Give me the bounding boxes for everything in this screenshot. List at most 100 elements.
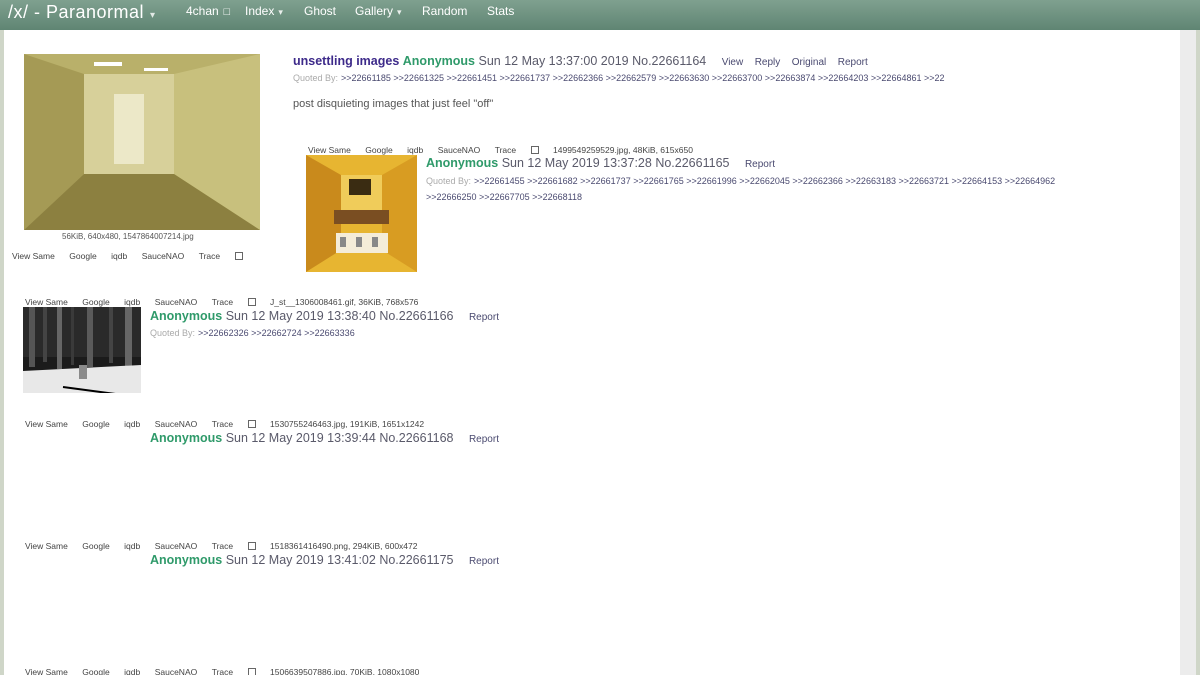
tool-iqdb[interactable]: iqdb (124, 297, 140, 307)
tool-saucenao[interactable]: SauceNAO (155, 667, 198, 675)
reply-post-number[interactable]: No.22661175 (379, 553, 453, 567)
tool-trace[interactable]: Trace (495, 145, 516, 155)
op-view-link[interactable]: View (722, 57, 744, 68)
nav-label: Gallery (355, 4, 394, 18)
op-quoted-by: Quoted By: >>22661185 >>22661325 >>226614… (293, 73, 945, 83)
op-thumbnail[interactable] (24, 54, 260, 230)
reply-1-quoted-by: Quoted By: >>22661455 >>22661682 >>226617… (426, 176, 1055, 186)
reply-2-quoted-by: Quoted By: >>22662326 >>22662724 >>226633… (150, 328, 355, 338)
nav-item-stats[interactable]: Stats (487, 4, 514, 18)
thread-page: 56KiB, 640x480, 1547864007214.jpg View S… (4, 30, 1196, 675)
nav-label: 4chan (186, 4, 219, 18)
tool-google[interactable]: Google (82, 297, 109, 307)
nav-item-ghost[interactable]: Ghost (304, 4, 336, 18)
tool-view-same[interactable]: View Same (12, 251, 55, 261)
nav-label: Ghost (304, 4, 337, 18)
reply-1-quoted-by-cont[interactable]: >>22666250 >>22667705 >>22668118 (426, 192, 582, 202)
board-title-text: /x/ - Paranormal (8, 2, 145, 22)
board-title[interactable]: /x/ - Paranormal ▾ (8, 2, 156, 23)
nav-label: Random (422, 4, 468, 18)
reply-post-number[interactable]: No.22661168 (379, 431, 453, 445)
reply-1-file-info: 1499549259529.jpg, 48KiB, 615x650 (553, 145, 693, 155)
download-icon[interactable] (247, 668, 256, 675)
tool-iqdb[interactable]: iqdb (111, 251, 127, 261)
reply-3-header: Anonymous Sun 12 May 2019 13:39:44 No.22… (150, 431, 499, 445)
reply-date: Sun 12 May 2019 13:38:40 (225, 309, 376, 323)
tool-google[interactable]: Google (82, 419, 109, 429)
tool-trace[interactable]: Trace (212, 667, 233, 675)
op-reply-link[interactable]: Reply (755, 57, 781, 68)
nav-item-random[interactable]: Random (422, 4, 467, 18)
tool-google[interactable]: Google (69, 251, 96, 261)
tool-iqdb[interactable]: iqdb (124, 541, 140, 551)
tool-google[interactable]: Google (82, 667, 109, 675)
op-subject: unsettling images (293, 54, 400, 68)
nav-item-4chan[interactable]: 4chan ☐ (186, 4, 231, 18)
quoted-by-label: Quoted By: (150, 328, 196, 338)
tool-view-same[interactable]: View Same (25, 667, 68, 675)
reply-4-file-info: 1518361416490.png, 294KiB, 600x472 (270, 541, 418, 551)
nav-item-index[interactable]: Index ▾ (245, 4, 283, 18)
download-icon[interactable] (234, 252, 243, 260)
download-icon[interactable] (530, 146, 539, 154)
tool-iqdb[interactable]: iqdb (124, 667, 140, 675)
tool-iqdb[interactable]: iqdb (407, 145, 423, 155)
report-link[interactable]: Report (469, 434, 499, 445)
download-icon[interactable] (247, 298, 256, 306)
reply-poster-name: Anonymous (426, 156, 499, 170)
download-icon[interactable] (247, 420, 256, 428)
tool-saucenao[interactable]: SauceNAO (438, 145, 481, 155)
op-post-number[interactable]: No.22661164 (632, 54, 706, 68)
tool-view-same[interactable]: View Same (25, 297, 68, 307)
top-navbar: /x/ - Paranormal ▾ 4chan ☐ Index ▾ Ghost Ga… (0, 0, 1200, 30)
op-image-info: 56KiB, 640x480, 1547864007214.jpg (62, 232, 194, 241)
external-link-icon: ☐ (222, 7, 231, 17)
report-link[interactable]: Report (745, 159, 775, 170)
chevron-down-icon: ▾ (150, 10, 156, 21)
reply-3-image-tools: View Same Google iqdb SauceNAO Trace 153… (25, 414, 434, 432)
download-icon[interactable] (247, 542, 256, 550)
tool-view-same[interactable]: View Same (308, 145, 351, 155)
reply-2-thumbnail[interactable] (23, 307, 141, 393)
op-header: unsettling images Anonymous Sun 12 May 1… (293, 54, 868, 68)
tool-trace[interactable]: Trace (212, 419, 233, 429)
tool-saucenao[interactable]: SauceNAO (155, 541, 198, 551)
tool-google[interactable]: Google (365, 145, 392, 155)
tool-view-same[interactable]: View Same (25, 541, 68, 551)
tool-iqdb[interactable]: iqdb (124, 419, 140, 429)
quoted-by-links[interactable]: >>22661185 >>22661325 >>22661451 >>22661… (341, 73, 944, 83)
tool-saucenao[interactable]: SauceNAO (142, 251, 185, 261)
report-link[interactable]: Report (469, 556, 499, 567)
op-image-tools: View Same Google iqdb SauceNAO Trace (12, 246, 253, 264)
tool-saucenao[interactable]: SauceNAO (155, 297, 198, 307)
tool-google[interactable]: Google (82, 541, 109, 551)
op-original-link[interactable]: Original (792, 57, 826, 68)
reply-poster-name: Anonymous (150, 431, 223, 445)
chevron-down-icon: ▾ (397, 7, 402, 17)
op-report-link[interactable]: Report (838, 57, 868, 68)
reply-date: Sun 12 May 2019 13:37:28 (501, 156, 652, 170)
reply-poster-name: Anonymous (150, 553, 223, 567)
tool-trace[interactable]: Trace (199, 251, 220, 261)
nav-label: Index (245, 4, 275, 18)
op-poster-name: Anonymous (402, 54, 475, 68)
tool-trace[interactable]: Trace (212, 541, 233, 551)
reply-post-number[interactable]: No.22661166 (379, 309, 453, 323)
op-date: Sun 12 May 13:37:00 2019 (478, 54, 629, 68)
quoted-by-links[interactable]: >>22662326 >>22662724 >>22663336 (198, 328, 355, 338)
reply-5-file-info: 1506639507886.jpg, 70KiB, 1080x1080 (270, 667, 420, 675)
reply-poster-name: Anonymous (150, 309, 223, 323)
report-link[interactable]: Report (469, 312, 499, 323)
nav-label: Stats (487, 4, 515, 18)
reply-4-image-tools: View Same Google iqdb SauceNAO Trace 151… (25, 536, 427, 554)
reply-4-header: Anonymous Sun 12 May 2019 13:41:02 No.22… (150, 553, 499, 567)
reply-1-thumbnail[interactable] (306, 155, 417, 272)
tool-trace[interactable]: Trace (212, 297, 233, 307)
reply-1-header: Anonymous Sun 12 May 2019 13:37:28 No.22… (426, 156, 775, 170)
quoted-by-links[interactable]: >>22661455 >>22661682 >>22661737 >>22661… (474, 176, 1055, 186)
tool-view-same[interactable]: View Same (25, 419, 68, 429)
reply-post-number[interactable]: No.22661165 (655, 156, 729, 170)
nav-item-gallery[interactable]: Gallery ▾ (355, 4, 402, 18)
quoted-by-label: Quoted By: (426, 176, 472, 186)
tool-saucenao[interactable]: SauceNAO (155, 419, 198, 429)
